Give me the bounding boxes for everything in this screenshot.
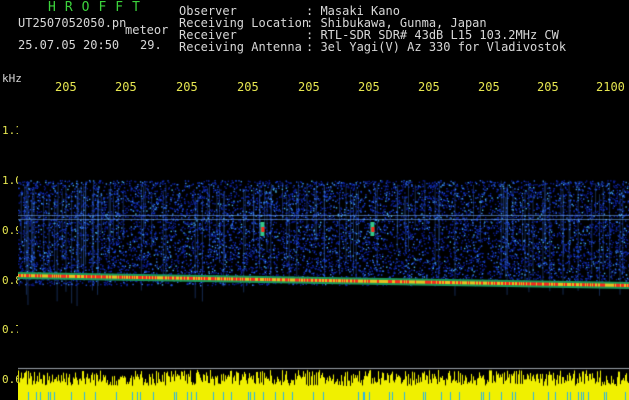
x-tick-label: 205: [176, 80, 198, 94]
x-tick-label: 2100: [596, 80, 625, 94]
x-tick-label: 205: [358, 80, 380, 94]
x-tick-label: 205: [298, 80, 320, 94]
antenna-label: Receiving Antenna: [179, 40, 302, 54]
spectrogram-plot: [18, 100, 629, 400]
antenna-value: : 3el Yagi(V) Az 330 for Vladivostok: [306, 40, 567, 54]
timestamp: 25.07.05 20:50: [18, 38, 120, 52]
x-tick-label: 205: [55, 80, 77, 94]
file-name: UT2507052050.pn: [18, 16, 127, 30]
app-title: HROFFT: [48, 0, 149, 15]
x-tick-label: 205: [115, 80, 137, 94]
x-tick-label: 205: [537, 80, 559, 94]
x-tick-label: 205: [237, 80, 259, 94]
y-axis-unit: kHz: [2, 72, 22, 85]
x-tick-label: 205: [478, 80, 500, 94]
x-tick-label: 205: [418, 80, 440, 94]
event-tag: meteor: [125, 23, 169, 37]
echo-count: 29.: [140, 38, 162, 52]
